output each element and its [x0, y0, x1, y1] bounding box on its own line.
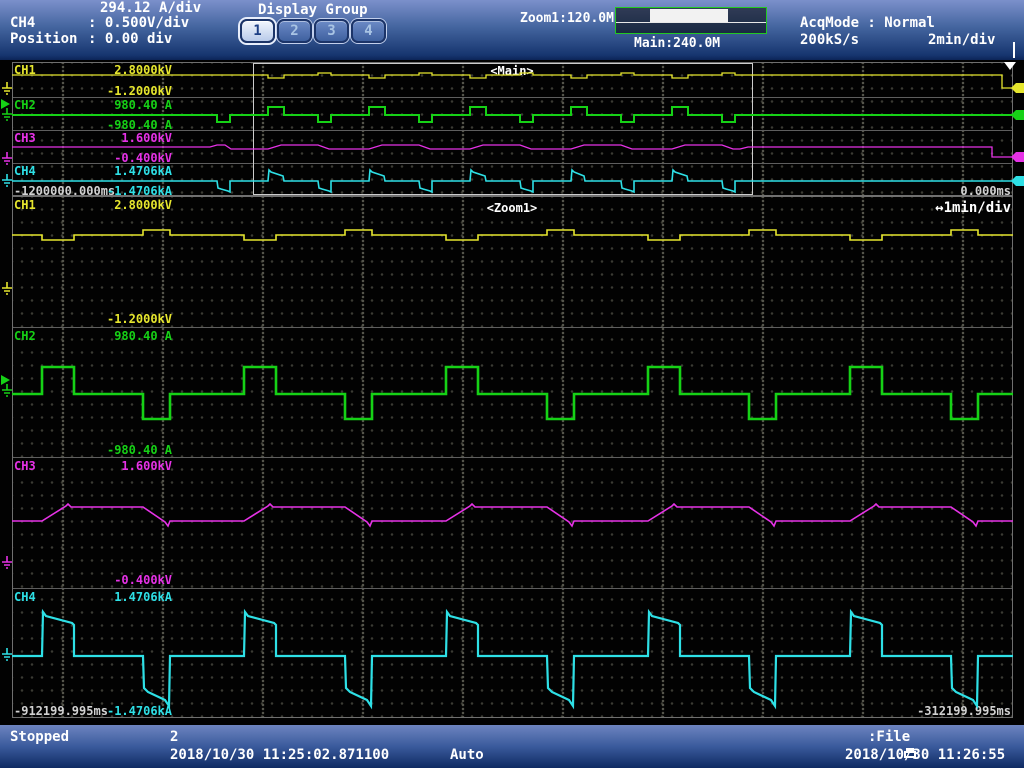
ch4-current-scale: 294.12 A/div — [100, 0, 201, 16]
zoom-ch2-bottom-value: -980.40 A — [69, 443, 172, 457]
zoom-window-indicator[interactable] — [650, 9, 728, 22]
ch2-ground-icon — [2, 384, 12, 396]
main-ch2-bottom-value: -980.40 A — [69, 118, 172, 132]
selected-channel-scale: : 0.500V/div — [88, 15, 189, 31]
ch4-ground-icon — [2, 648, 12, 660]
zoom-ch4-top-value: 1.4706kA — [69, 590, 172, 604]
ch1-ground-icon — [2, 82, 12, 94]
zoom-ch3-top-value: 1.600kV — [69, 459, 172, 473]
zoom-channel-divider-2 — [13, 457, 1012, 458]
display-group-button-3[interactable]: 3 — [314, 19, 349, 43]
trigger-mode: Auto — [450, 747, 484, 763]
main-ch1-label: CH1 — [14, 63, 36, 77]
display-group-button-2[interactable]: 2 — [277, 19, 312, 43]
oscilloscope-screen: 294.12 A/div CH4 : 0.500V/div Position :… — [0, 0, 1024, 768]
sample-rate-label: 200kS/s — [800, 32, 859, 48]
ch2-trigger-source-arrow-icon — [1, 375, 10, 385]
zoom-ch2-top-value: 980.40 A — [69, 329, 172, 343]
zoom-window-box[interactable] — [253, 63, 753, 195]
zoom-ch1-label: CH1 — [14, 198, 36, 212]
zoom-ch1-bottom-value: -1.2000kV — [69, 312, 172, 326]
main-ch4-top-value: 1.4706kA — [69, 164, 172, 178]
zoom-ch1-top-value: 2.8000kV — [69, 198, 172, 212]
zoom-ratio-label: Zoom1:120.0M — [520, 11, 614, 26]
selected-channel-label: CH4 — [10, 15, 35, 31]
status-bar: Stopped 2 2018/10/30 11:25:02.871100 Aut… — [0, 725, 1024, 768]
acquisition-state: Stopped — [10, 729, 69, 745]
trigger-position-tick — [1013, 42, 1015, 58]
ch3-ground-icon — [2, 152, 12, 164]
main-ch2-top-value: 980.40 A — [69, 98, 172, 112]
zoom-bar-divider — [616, 22, 766, 23]
acq-mode-label: AcqMode : Normal — [800, 15, 935, 31]
main-ch1-top-value: 2.8000kV — [69, 63, 172, 77]
main-ch4-bottom-value: -1.4706kA — [69, 184, 172, 198]
zoom-ch2-label: CH2 — [14, 329, 36, 343]
position-value: : 0.00 div — [88, 31, 172, 47]
display-group-button-4[interactable]: 4 — [351, 19, 386, 43]
ch1-ground-icon — [2, 282, 12, 294]
zoom-ch4-bottom-value: -1.4706kA — [69, 704, 172, 718]
zoom-ch3-bottom-value: -0.400kV — [69, 573, 172, 587]
zoom-ch3-label: CH3 — [14, 459, 36, 473]
position-label: Position — [10, 31, 77, 47]
file-shortcut-label[interactable]: :File — [868, 729, 910, 745]
zoom-channel-divider-1 — [13, 327, 1012, 328]
main-ch1-bottom-value: -1.2000kV — [69, 84, 172, 98]
display-group-button-1[interactable]: 1 — [240, 19, 275, 43]
ch4-ground-icon — [2, 174, 12, 186]
header-bar: 294.12 A/div CH4 : 0.500V/div Position :… — [0, 0, 1024, 60]
timebase-label: 2min/div — [928, 32, 995, 48]
acquisition-count: 2 — [170, 729, 178, 745]
main-time-right: 0.000ms — [861, 184, 1011, 198]
zoom-ch4-label: CH4 — [14, 590, 36, 604]
zoom-view-title: <Zoom1> — [462, 201, 562, 215]
ch2-trigger-source-arrow-icon — [1, 99, 10, 109]
ch3-ground-icon — [2, 556, 12, 568]
main-ch3-label: CH3 — [14, 131, 36, 145]
main-ch3-top-value: 1.600kV — [69, 131, 172, 145]
ch2-ground-icon — [2, 108, 12, 120]
clock-datetime: 2018/10/30 11:26:55 — [845, 747, 1005, 763]
main-ch2-label: CH2 — [14, 98, 36, 112]
main-view-title: <Main> — [462, 64, 562, 78]
zoom-time-right: -312199.995ms — [861, 704, 1011, 718]
main-ch3-bottom-value: -0.400kV — [69, 151, 172, 165]
display-group-title: Display Group — [258, 2, 368, 18]
zoom-timebase-label: ↔1min/div — [861, 200, 1011, 216]
zoom-position-bar[interactable] — [615, 7, 767, 34]
main-ch4-label: CH4 — [14, 164, 36, 178]
zoom-channel-divider-3 — [13, 588, 1012, 589]
main-record-label: Main:240.0M — [634, 36, 720, 51]
acquisition-timestamp: 2018/10/30 11:25:02.871100 — [170, 747, 389, 763]
